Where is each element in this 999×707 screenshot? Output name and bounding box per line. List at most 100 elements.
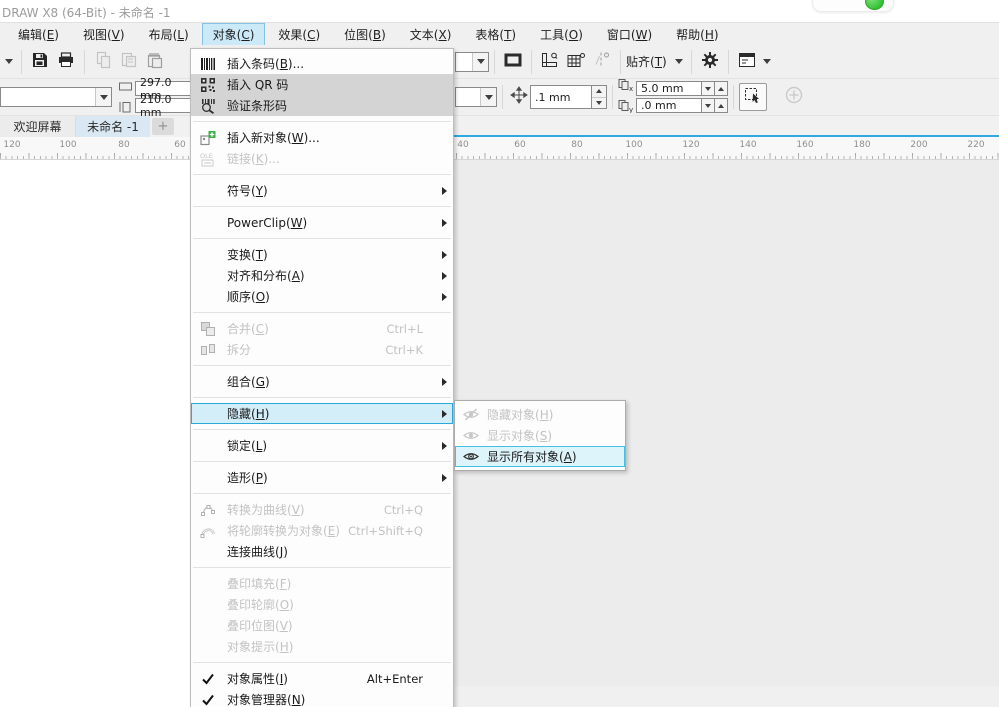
menu-item-label: 拆分 [221, 341, 385, 358]
submenu-item-show-all-objects[interactable]: 显示所有对象(A) [455, 446, 625, 467]
menu-item-insert-qr-code[interactable]: 插入 QR 码 [191, 74, 453, 95]
menu-item-insert-barcode[interactable]: 插入条码(B)... [191, 53, 453, 74]
menu-separator [193, 365, 451, 366]
menu-item-group[interactable]: 组合(G) [191, 371, 453, 392]
verify-barcode-icon [195, 98, 221, 114]
window-title: DRAW X8 (64-Bit) - 未命名 -1 [2, 4, 171, 21]
ruler-tick-label: 40 [457, 140, 468, 150]
copy-button[interactable] [116, 49, 142, 75]
paste-button[interactable] [142, 49, 168, 75]
page-height-field[interactable]: 210.0 mm [135, 98, 191, 113]
menu-item-label: 插入条码(B)... [221, 55, 435, 72]
menu-item-object-manager[interactable]: 对象管理器(N) [191, 689, 453, 707]
dropdown-caret-icon[interactable] [2, 49, 16, 75]
duplicate-x-field[interactable]: 5.0 mm [636, 81, 702, 96]
add-button-disabled [781, 84, 807, 110]
menu-item-label: 对齐和分布(A) [221, 267, 435, 284]
application-launcher-button[interactable] [734, 49, 760, 75]
duplicate-y-icon: y [618, 98, 634, 117]
document-tab-bar: 欢迎屏幕 未命名 -1 + [0, 116, 999, 137]
check-icon [195, 692, 221, 707]
options-button[interactable] [697, 49, 723, 75]
menu-separator [193, 206, 451, 207]
menubar-item-位图[interactable]: 位图(B) [333, 23, 397, 46]
treat-as-filled-button[interactable] [739, 83, 767, 111]
menu-item-lock[interactable]: 锁定(L) [191, 435, 453, 456]
print-button[interactable] [53, 49, 79, 75]
landscape-icon[interactable] [118, 77, 133, 96]
menu-item-insert-new-object[interactable]: 插入新对象(W)... [191, 127, 453, 148]
save-button[interactable] [27, 49, 53, 75]
page-size-combobox[interactable] [0, 87, 112, 107]
duplicate-y-field[interactable]: .0 mm [636, 98, 702, 113]
menu-item-shortcut: Ctrl+Shift+Q [348, 524, 435, 538]
ruler-tick-label: 80 [571, 140, 582, 150]
menubar-item-帮助[interactable]: 帮助(H) [665, 23, 729, 46]
snap-to-label[interactable]: 贴齐(T) [626, 53, 667, 70]
menu-item-shortcut: Ctrl+Q [384, 503, 435, 517]
ruler-tick-label: 180 [853, 140, 870, 150]
menubar-item-窗口[interactable]: 窗口(W) [596, 23, 663, 46]
menu-item-verify-barcode[interactable]: 验证条形码 [191, 95, 453, 116]
ruler-tick-label: 220 [967, 140, 984, 150]
duplicate-x-down-button[interactable] [702, 81, 715, 96]
ruler-tick-label: 120 [3, 140, 20, 150]
snap-to-dropdown[interactable] [672, 49, 686, 75]
fullscreen-preview-button[interactable] [500, 49, 526, 75]
fullscreen-preview-icon [503, 51, 523, 73]
menu-item-align-distribute[interactable]: 对齐和分布(A) [191, 265, 453, 286]
duplicate-y-up-button[interactable] [715, 98, 728, 113]
horizontal-ruler[interactable]: 1201008060406080100120140160180200220 [0, 137, 999, 160]
cut-button[interactable] [90, 49, 116, 75]
menu-item-transform[interactable]: 变换(T) [191, 244, 453, 265]
units-combobox[interactable] [455, 87, 497, 107]
show-grid-button[interactable] [563, 49, 589, 75]
toolbar-separator [494, 50, 495, 74]
menubar-item-视图[interactable]: 视图(V) [72, 23, 136, 46]
menu-item-overprint-fill: 叠印填充(F) [191, 573, 453, 594]
menubar-item-对象[interactable]: 对象(C) [202, 23, 266, 46]
submenu-arrow-icon [435, 442, 449, 450]
portrait-icon[interactable] [118, 98, 133, 117]
menubar-item-文本[interactable]: 文本(X) [399, 23, 463, 46]
submenu-arrow-icon [435, 293, 449, 301]
menu-item-join-curves[interactable]: 连接曲线(J) [191, 541, 453, 562]
show-guidelines-button[interactable] [589, 49, 615, 75]
menu-item-hide[interactable]: 隐藏(H) [191, 403, 453, 424]
menu-item-object-properties[interactable]: 对象属性(I)Alt+Enter [191, 668, 453, 689]
print-icon [57, 51, 75, 73]
menu-item-label: 对象提示(H) [221, 638, 435, 655]
menubar-item-编辑[interactable]: 编辑(E) [7, 23, 70, 46]
show-rulers-button[interactable] [537, 49, 563, 75]
notification-bubble[interactable] [812, 0, 894, 12]
tab-welcome-screen[interactable]: 欢迎屏幕 [0, 116, 76, 137]
menubar-item-表格[interactable]: 表格(T) [464, 23, 527, 46]
nudge-icon [510, 86, 528, 108]
menubar-item-效果[interactable]: 效果(C) [267, 23, 331, 46]
cut-icon [94, 51, 112, 73]
menu-item-shortcut: Ctrl+K [385, 343, 435, 357]
submenu-arrow-icon [435, 474, 449, 482]
submenu-item-label: 显示所有对象(A) [483, 448, 619, 465]
duplicate-x-up-button[interactable] [715, 81, 728, 96]
duplicate-x-icon: x [618, 77, 634, 96]
menu-separator [193, 461, 451, 462]
nudge-spinner[interactable] [592, 85, 607, 109]
nudge-distance-field[interactable]: .1 mm [530, 85, 592, 109]
menu-item-shortcut: Ctrl+L [386, 322, 435, 336]
standard-toolbar: 贴齐(T) [0, 45, 999, 79]
menu-item-order[interactable]: 顺序(O) [191, 286, 453, 307]
menu-item-powerclip[interactable]: PowerClip(W) [191, 212, 453, 233]
zoom-level-combobox[interactable] [455, 52, 489, 72]
menu-separator [193, 429, 451, 430]
break-apart-icon [195, 342, 221, 358]
duplicate-y-down-button[interactable] [702, 98, 715, 113]
application-launcher-dropdown[interactable] [760, 49, 774, 75]
menu-item-label: 将轮廓转换为对象(E) [221, 522, 348, 539]
new-document-tab-button[interactable]: + [152, 118, 174, 135]
menubar-item-布局[interactable]: 布局(L) [138, 23, 200, 46]
menu-item-shaping[interactable]: 造形(P) [191, 467, 453, 488]
menubar-item-工具[interactable]: 工具(O) [529, 23, 594, 46]
tab-untitled-1[interactable]: 未命名 -1 [76, 116, 150, 137]
menu-item-symbol[interactable]: 符号(Y) [191, 180, 453, 201]
